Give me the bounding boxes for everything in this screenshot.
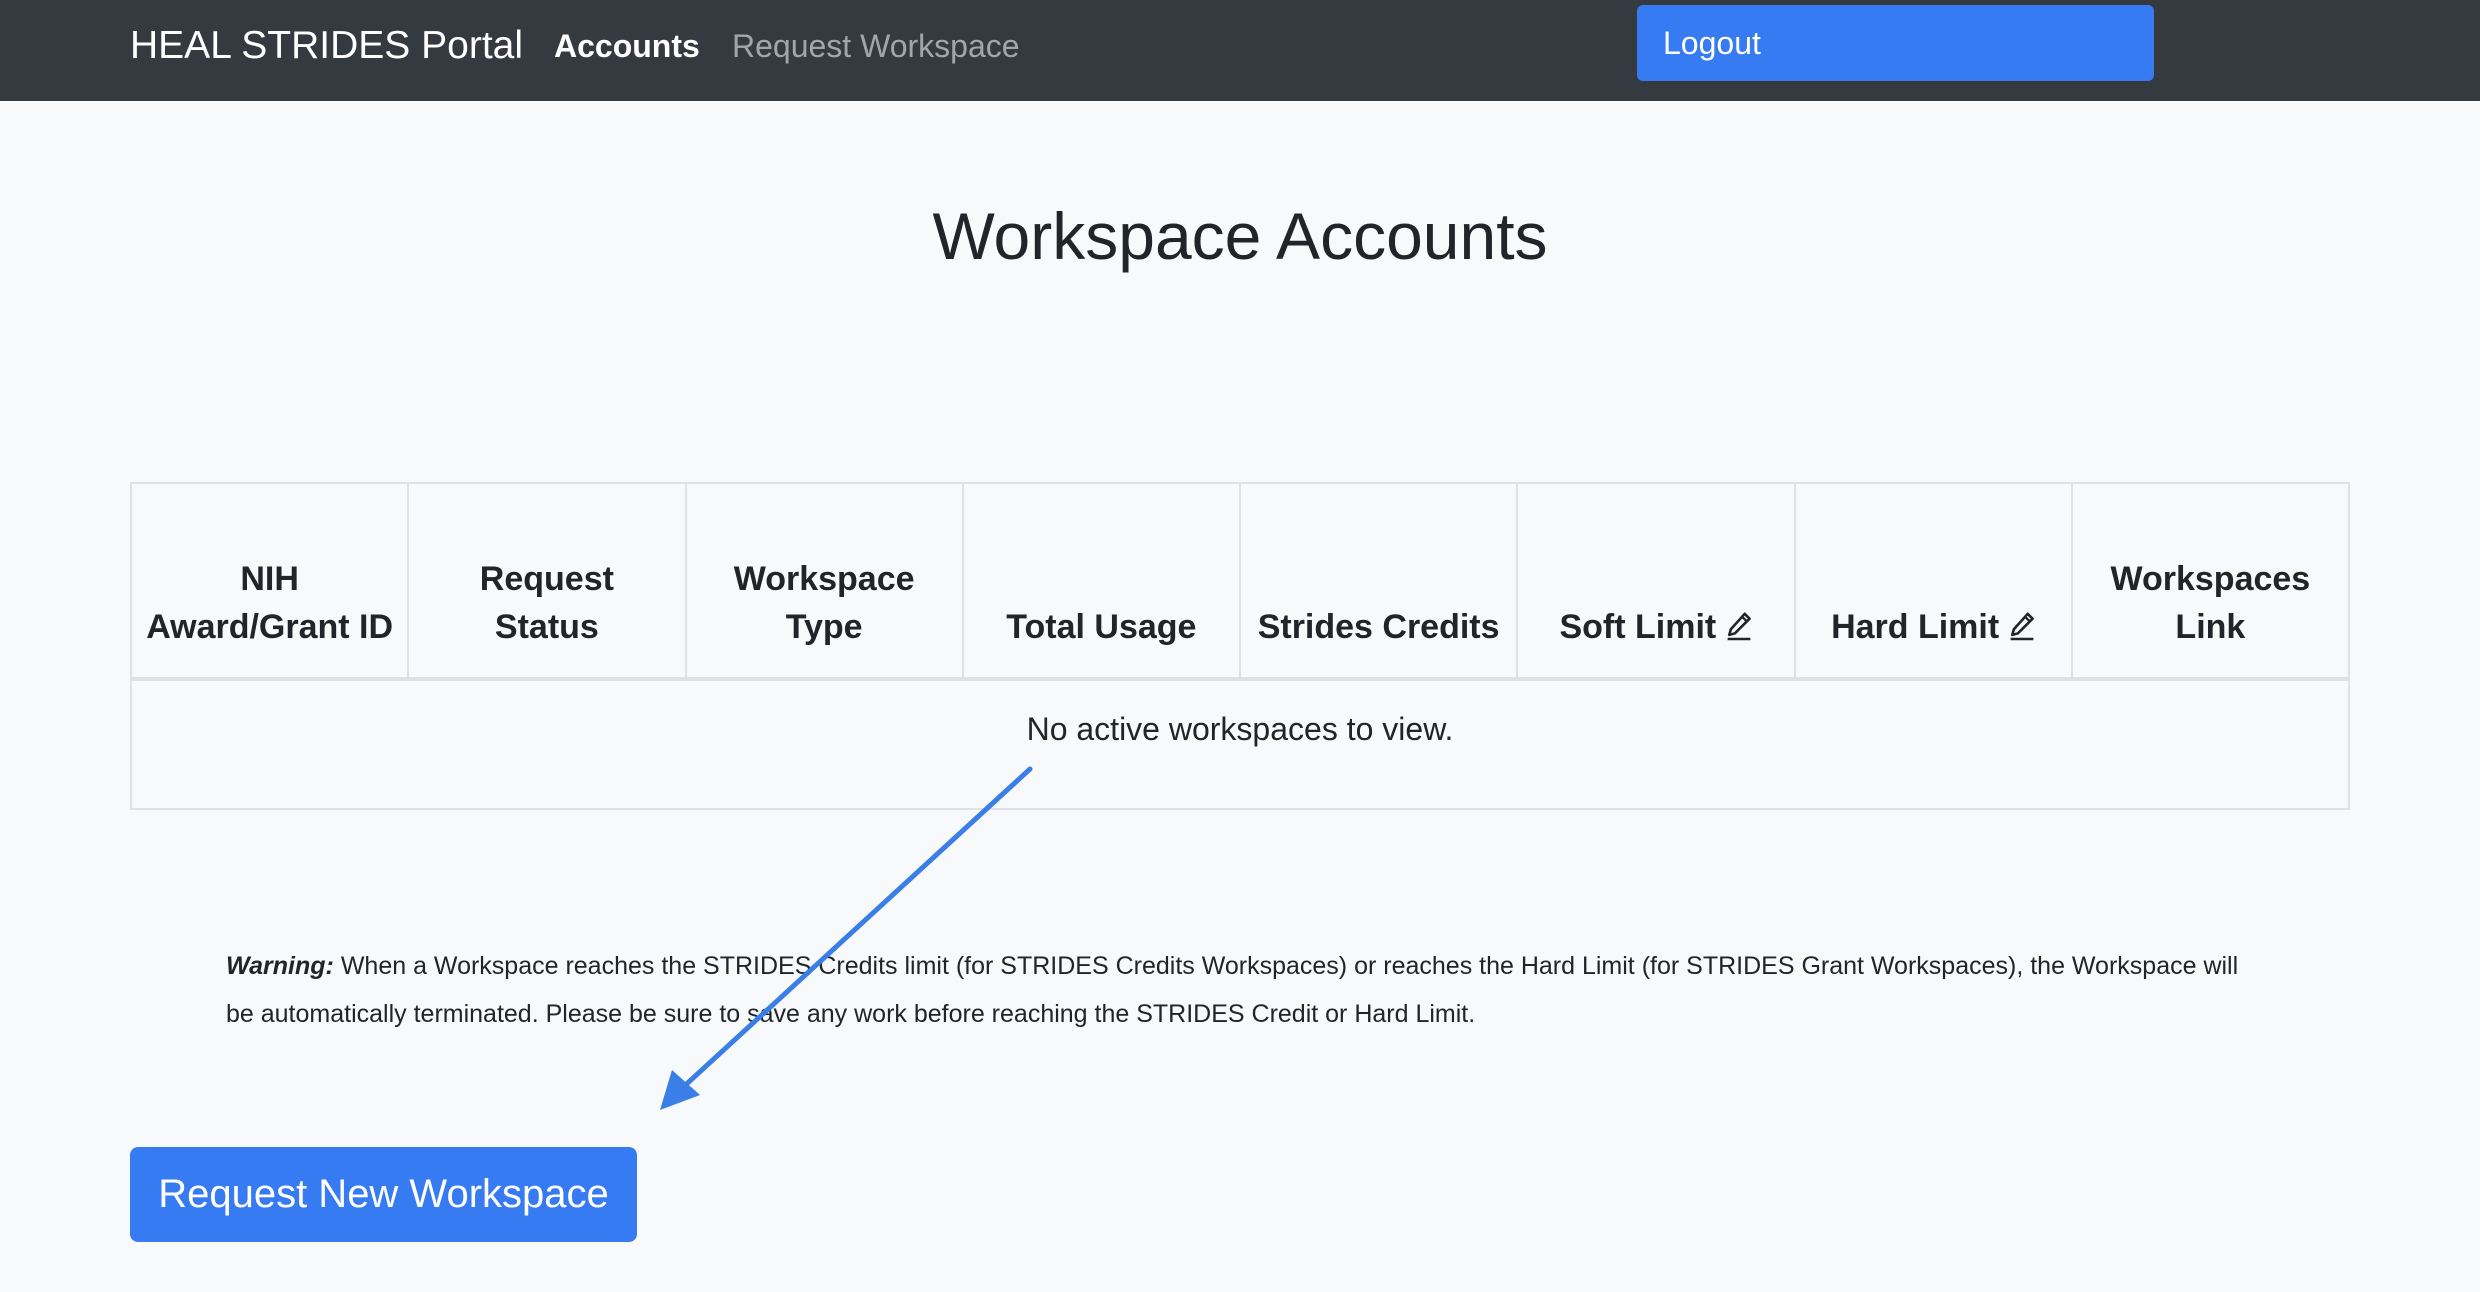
pencil-icon[interactable] — [2009, 611, 2035, 641]
column-header-label: Workspaces Link — [2110, 560, 2311, 646]
warning-label: Warning: — [226, 952, 334, 980]
column-header-workspace-type: Workspace Type — [684, 482, 964, 680]
column-header-label: NIH Award/Grant ID — [146, 560, 394, 646]
annotation-arrow-head — [660, 1070, 700, 1110]
logout-button[interactable]: Logout — [1637, 5, 2154, 81]
workspace-accounts-table: NIH Award/Grant ID Request Status Worksp… — [129, 482, 2351, 810]
column-header-request-status: Request Status — [407, 482, 687, 680]
annotation-arrow-shaft — [677, 766, 1033, 1093]
column-header-workspaces-link: Workspaces Link — [2070, 482, 2351, 680]
warning-notice: Warning: When a Workspace reaches the ST… — [226, 942, 2256, 1038]
nav-link-accounts[interactable]: Accounts — [554, 25, 700, 67]
column-header-soft-limit: Soft Limit — [1516, 482, 1796, 680]
empty-table-message: No active workspaces to view. — [130, 678, 2350, 810]
page-title: Workspace Accounts — [932, 199, 1548, 273]
column-header-label: Request Status — [479, 560, 614, 646]
request-new-workspace-button[interactable]: Request New Workspace — [130, 1147, 637, 1242]
column-header-label: Total Usage — [1006, 608, 1197, 646]
table-header-row: NIH Award/Grant ID Request Status Worksp… — [129, 482, 2351, 680]
nav-link-request-workspace[interactable]: Request Workspace — [732, 25, 1020, 67]
column-header-strides-credits: Strides Credits — [1238, 482, 1519, 680]
column-header-hard-limit: Hard Limit — [1793, 482, 2073, 680]
column-header-label: Strides Credits — [1257, 608, 1500, 646]
empty-table-row: No active workspaces to view. — [130, 678, 2350, 810]
column-header-grant-id: NIH Award/Grant ID — [129, 482, 410, 680]
column-header-label: Workspace Type — [733, 560, 915, 646]
column-header-total-usage: Total Usage — [961, 482, 1242, 680]
pencil-icon[interactable] — [1726, 611, 1752, 641]
warning-text: When a Workspace reaches the STRIDES Cre… — [226, 952, 2239, 1028]
column-header-label: Soft Limit — [1559, 608, 1717, 646]
brand-link[interactable]: HEAL STRIDES Portal — [130, 22, 523, 70]
top-navbar: HEAL STRIDES Portal Accounts Request Wor… — [0, 0, 2480, 101]
column-header-label: Hard Limit — [1831, 608, 2000, 646]
